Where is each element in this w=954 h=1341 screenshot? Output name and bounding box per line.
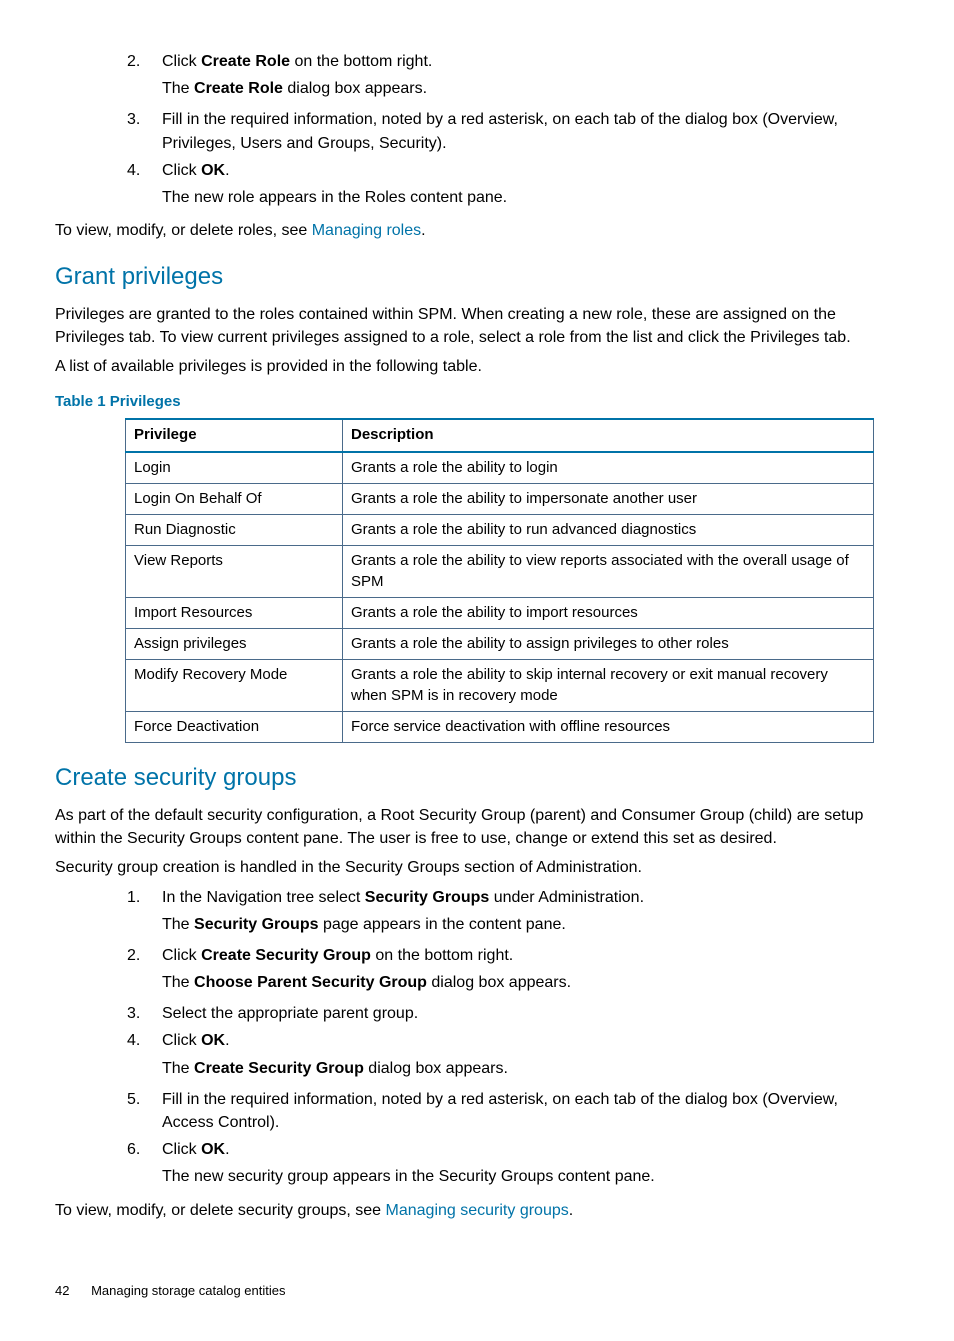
- list-item: 5Fill in the required information, noted…: [127, 1088, 874, 1134]
- text: .: [421, 222, 425, 239]
- privileges-table: Privilege Description LoginGrants a role…: [125, 418, 874, 743]
- step-3: 3 Fill in the required information, note…: [127, 108, 874, 154]
- table-caption: Table 1 Privileges: [55, 391, 874, 413]
- description-cell: Grants a role the ability to view report…: [343, 546, 874, 598]
- text: Fill in the required information, noted …: [162, 111, 838, 151]
- description-cell: Grants a role the ability to skip intern…: [343, 660, 874, 712]
- text: Click: [162, 162, 201, 179]
- table-row: Login On Behalf OfGrants a role the abil…: [126, 483, 874, 514]
- create-security-groups-heading: Create security groups: [55, 761, 874, 796]
- list-item: 6Click OK.The new security group appears…: [127, 1138, 874, 1192]
- description-cell: Grants a role the ability to assign priv…: [343, 629, 874, 660]
- text: To view, modify, or delete security grou…: [55, 1202, 386, 1219]
- step-4: 4 Click OK. The new role appears in the …: [127, 159, 874, 213]
- managing-roles-link[interactable]: Managing roles: [312, 222, 421, 239]
- create-role-steps: 2 Click Create Role on the bottom right.…: [127, 50, 874, 213]
- grant-p1: Privileges are granted to the roles cont…: [55, 303, 874, 349]
- step-number: 6: [127, 1138, 162, 1192]
- col-privilege: Privilege: [126, 419, 343, 451]
- page-number: 42: [55, 1283, 69, 1298]
- text: Click: [162, 53, 201, 70]
- privilege-cell: Login On Behalf Of: [126, 483, 343, 514]
- table-header-row: Privilege Description: [126, 419, 874, 451]
- bold: OK: [201, 162, 225, 179]
- step-number: 3: [127, 108, 162, 154]
- description-cell: Grants a role the ability to run advance…: [343, 515, 874, 546]
- step-number: 4: [127, 1029, 162, 1083]
- table-row: Assign privilegesGrants a role the abili…: [126, 629, 874, 660]
- step-number: 2: [127, 944, 162, 998]
- text: .: [569, 1202, 573, 1219]
- description-cell: Grants a role the ability to impersonate…: [343, 483, 874, 514]
- bold: Create Role: [201, 53, 290, 70]
- text: The new role appears in the Roles conten…: [162, 189, 507, 206]
- step-number: 4: [127, 159, 162, 213]
- step-number: 1: [127, 886, 162, 940]
- table-row: Import ResourcesGrants a role the abilit…: [126, 597, 874, 628]
- sg-footer: To view, modify, or delete security grou…: [55, 1199, 874, 1222]
- page-footer: 42 Managing storage catalog entities: [55, 1282, 874, 1301]
- list-item: 2Click Create Security Group on the bott…: [127, 944, 874, 998]
- sg-p1: As part of the default security configur…: [55, 804, 874, 850]
- list-item: 1In the Navigation tree select Security …: [127, 886, 874, 940]
- step-number: 5: [127, 1088, 162, 1134]
- step-number: 2: [127, 50, 162, 104]
- privilege-cell: View Reports: [126, 546, 343, 598]
- text: To view, modify, or delete roles, see: [55, 222, 312, 239]
- page-title: Managing storage catalog entities: [91, 1283, 285, 1298]
- sg-p2: Security group creation is handled in th…: [55, 856, 874, 879]
- managing-security-groups-link[interactable]: Managing security groups: [386, 1202, 569, 1219]
- privilege-cell: Login: [126, 452, 343, 484]
- table-row: Modify Recovery ModeGrants a role the ab…: [126, 660, 874, 712]
- security-group-steps: 1In the Navigation tree select Security …: [127, 886, 874, 1193]
- grant-privileges-heading: Grant privileges: [55, 260, 874, 295]
- table-row: Force DeactivationForce service deactiva…: [126, 711, 874, 742]
- privilege-cell: Import Resources: [126, 597, 343, 628]
- table-row: View ReportsGrants a role the ability to…: [126, 546, 874, 598]
- col-description: Description: [343, 419, 874, 451]
- text: on the bottom right.: [290, 53, 432, 70]
- step-2: 2 Click Create Role on the bottom right.…: [127, 50, 874, 104]
- description-cell: Grants a role the ability to import reso…: [343, 597, 874, 628]
- text: The: [162, 80, 194, 97]
- description-cell: Grants a role the ability to login: [343, 452, 874, 484]
- privilege-cell: Modify Recovery Mode: [126, 660, 343, 712]
- bold: Create Role: [194, 80, 283, 97]
- roles-footer: To view, modify, or delete roles, see Ma…: [55, 219, 874, 242]
- text: dialog box appears.: [283, 80, 427, 97]
- step-number: 3: [127, 1002, 162, 1025]
- privilege-cell: Run Diagnostic: [126, 515, 343, 546]
- privilege-cell: Force Deactivation: [126, 711, 343, 742]
- table-row: Run DiagnosticGrants a role the ability …: [126, 515, 874, 546]
- grant-p2: A list of available privileges is provid…: [55, 355, 874, 378]
- list-item: 4Click OK.The Create Security Group dial…: [127, 1029, 874, 1083]
- text: .: [225, 162, 229, 179]
- privilege-cell: Assign privileges: [126, 629, 343, 660]
- list-item: 3Select the appropriate parent group.: [127, 1002, 874, 1025]
- description-cell: Force service deactivation with offline …: [343, 711, 874, 742]
- table-row: LoginGrants a role the ability to login: [126, 452, 874, 484]
